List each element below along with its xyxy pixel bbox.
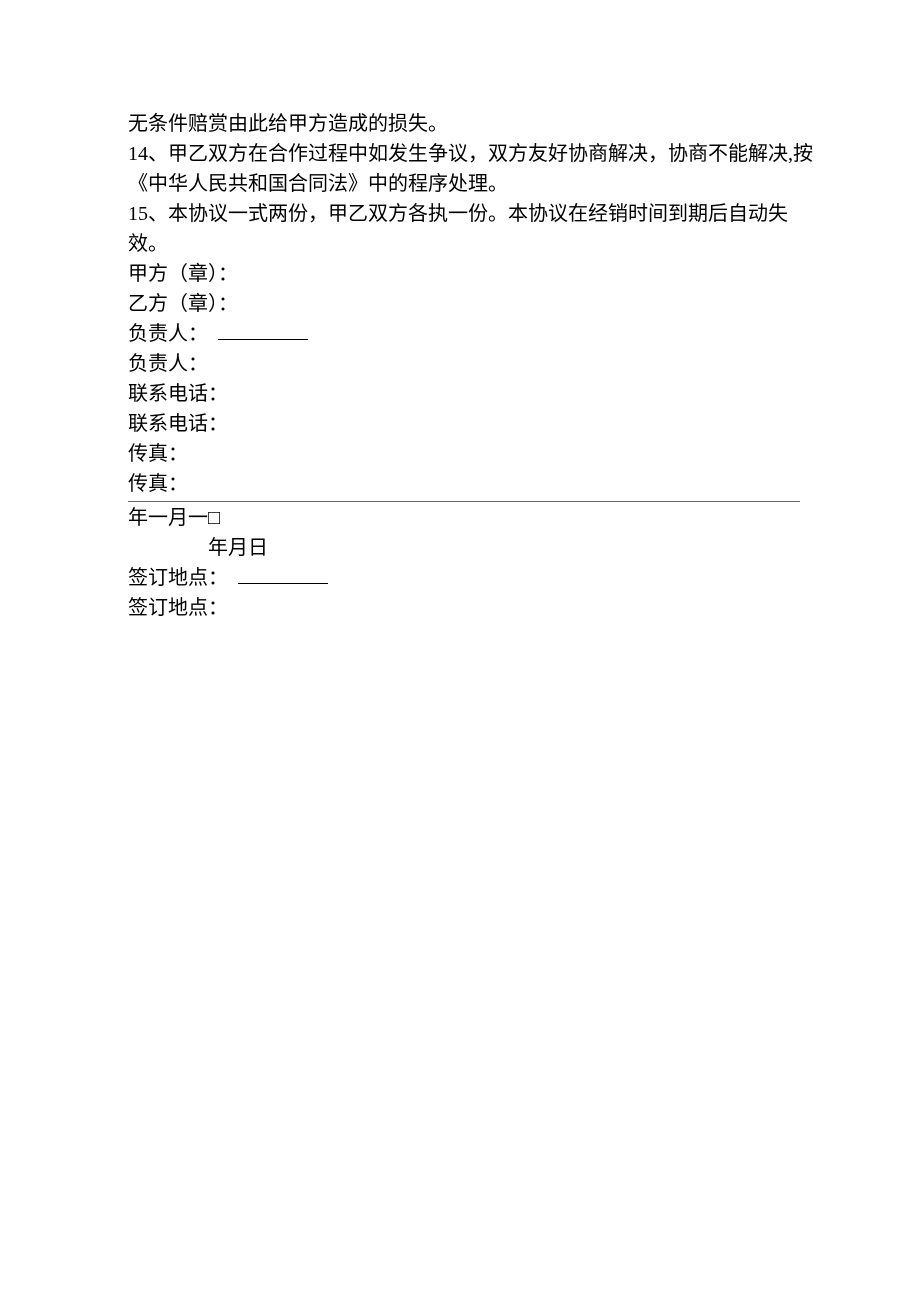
date-line-1: 年一月一□ [128, 504, 800, 533]
phone-2: 联系电话： [128, 410, 800, 439]
text-line: 15、本协议一式两份，甲乙双方各执一份。本协议在经销时间到期后自动失 [128, 200, 800, 229]
blank-underline [218, 339, 308, 340]
document-body: 无条件赔赏由此给甲方造成的损失。 14、甲乙双方在合作过程中如发生争议，双方友好… [128, 110, 800, 623]
text-line: 无条件赔赏由此给甲方造成的损失。 [128, 110, 800, 139]
label: 负责人： [128, 323, 208, 345]
party-a-seal: 甲方（章）： [128, 260, 800, 289]
phone-1: 联系电话： [128, 380, 800, 409]
fax-1: 传真： [128, 440, 800, 469]
text-line: 《中华人民共和国合同法》中的程序处理。 [128, 170, 800, 199]
signing-location-2: 签订地点： [128, 594, 800, 623]
label: 签订地点： [128, 567, 228, 589]
responsible-person-1: 负责人： [128, 320, 800, 349]
blank-underline [238, 583, 328, 584]
party-b-seal: 乙方（章）： [128, 290, 800, 319]
date-line-2: 年月日 [128, 534, 800, 563]
horizontal-rule [128, 501, 800, 502]
signing-location-1: 签订地点： [128, 564, 800, 593]
text-line: 效。 [128, 230, 800, 259]
responsible-person-2: 负责人： [128, 350, 800, 379]
text-line: 14、甲乙双方在合作过程中如发生争议，双方友好协商解决，协商不能解决,按 [128, 140, 800, 169]
fax-2: 传真： [128, 470, 800, 499]
